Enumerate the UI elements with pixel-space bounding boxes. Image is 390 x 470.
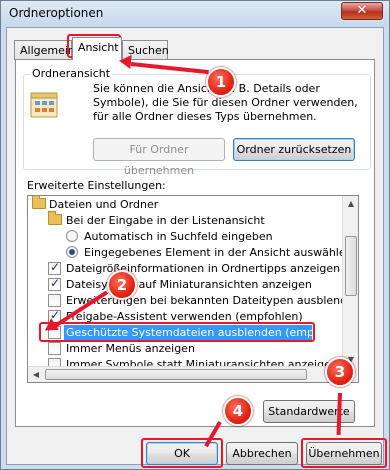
scroll-left-icon[interactable]: ◀: [28, 367, 44, 382]
checkbox-filesize-info[interactable]: [48, 260, 61, 275]
window-title: Ordneroptionen: [9, 6, 104, 20]
folder-icon: [32, 196, 46, 209]
horizontal-scrollbar[interactable]: ◀ ▶: [28, 366, 344, 382]
advanced-settings-label: Erweiterte Einstellungen:: [27, 179, 166, 192]
annotation-badge-1: 1: [206, 67, 236, 97]
apply-to-folders-button[interactable]: Für Ordner übernehmen: [93, 138, 225, 177]
vertical-scrollbar[interactable]: ▲ ▼: [342, 196, 358, 368]
advanced-settings-list[interactable]: Dateien und Ordner Bei der Eingabe in de…: [27, 195, 359, 383]
list-item[interactable]: Immer Menüs anzeigen: [28, 341, 344, 356]
list-item[interactable]: Dateigrößeinformationen in Ordnertipps a…: [28, 260, 344, 276]
reset-folders-button[interactable]: Ordner zurücksetzen: [233, 138, 355, 161]
annotation-box-ok: [141, 438, 223, 468]
vertical-scroll-thumb[interactable]: [345, 236, 357, 296]
cancel-button[interactable]: Abbrechen: [226, 442, 298, 465]
folder-view-icon: [30, 92, 58, 118]
folder-view-group-label: Ordneransicht: [30, 67, 113, 80]
list-item: Dateien und Ordner: [28, 196, 344, 212]
horizontal-scroll-thumb[interactable]: [45, 369, 307, 380]
list-item[interactable]: Dateisymbol auf Miniaturansichten anzeig…: [28, 276, 344, 292]
folder-icon: [48, 211, 62, 225]
annotation-box-protected-files: [39, 322, 315, 342]
scroll-up-icon[interactable]: ▲: [343, 196, 358, 212]
list-item[interactable]: Automatisch in Suchfeld eingeben: [28, 229, 344, 244]
annotation-badge-2: 2: [107, 270, 137, 300]
close-button[interactable]: ✕: [341, 2, 383, 20]
annotation-badge-4: 4: [223, 396, 253, 426]
annotation-box-apply: [301, 438, 387, 468]
tab-allgemein[interactable]: Allgemein: [14, 40, 75, 60]
list-item: Bei der Eingabe in der Listenansicht: [28, 211, 344, 228]
checkbox-always-show-menus[interactable]: [48, 342, 61, 355]
checkbox-hide-extensions[interactable]: [48, 294, 61, 307]
checkbox-file-icon-thumbnails[interactable]: [48, 276, 61, 291]
folder-options-window: Ordneroptionen ✕ Allgemein Ansicht Suche…: [0, 0, 390, 470]
radio-select-element[interactable]: [66, 246, 78, 258]
list-item[interactable]: Eingegebenes Element in der Ansicht ausw…: [28, 245, 353, 260]
title-bar[interactable]: Ordneroptionen ✕: [1, 1, 389, 27]
radio-auto-search[interactable]: [66, 230, 78, 242]
list-item[interactable]: Erweiterungen bei bekannten Dateitypen a…: [28, 293, 358, 308]
tab-ansicht[interactable]: Ansicht: [72, 37, 122, 60]
annotation-badge-3: 3: [325, 357, 355, 387]
